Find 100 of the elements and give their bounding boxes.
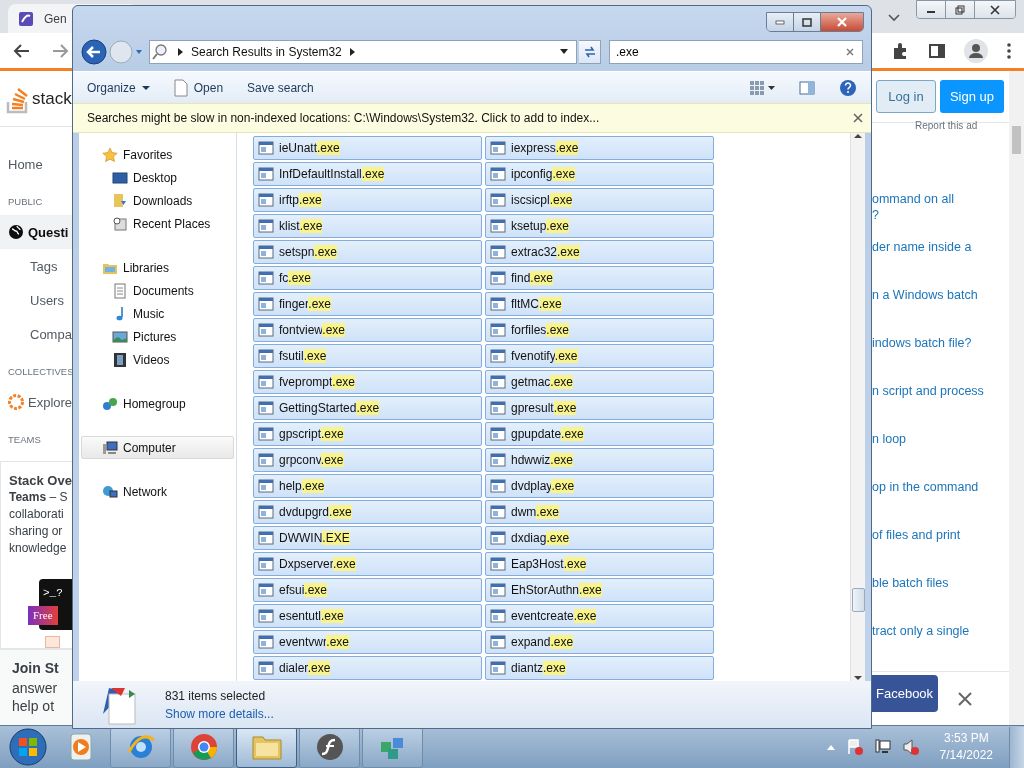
related-question-link[interactable]: indows batch file?	[870, 335, 1009, 384]
file-item[interactable]: finger.exe	[253, 292, 482, 316]
file-item[interactable]: gpresult.exe	[485, 396, 714, 420]
download-folder-icon	[112, 192, 128, 209]
nav-item[interactable]: Compa	[0, 317, 72, 351]
nav-pane-label: Homegroup	[123, 396, 186, 411]
file-item[interactable]: efsui.exe	[253, 578, 482, 602]
nav-item[interactable]: Tags	[0, 249, 72, 283]
nav-pane-item[interactable]: Downloads	[81, 189, 234, 212]
nav-heading: PUBLIC	[7, 194, 44, 209]
nav-item[interactable]: Home	[0, 147, 72, 181]
nav-pane-item[interactable]: Videos	[81, 348, 234, 371]
file-item[interactable]: Dxpserver.exe	[253, 552, 482, 576]
file-item[interactable]: fontview.exe	[253, 318, 482, 342]
maximize-button[interactable]	[794, 13, 821, 31]
nav-pane-item[interactable]: Libraries	[81, 256, 234, 279]
taskbar-button[interactable]	[299, 726, 360, 768]
close-button[interactable]	[975, 1, 1015, 18]
related-question-link[interactable]: der name inside a	[870, 239, 1009, 288]
related-question-link[interactable]: ble batch files	[870, 575, 1009, 624]
show-desktop-button[interactable]	[1009, 726, 1024, 768]
scroll-thumb[interactable]	[1012, 126, 1021, 154]
restore-button[interactable]	[946, 1, 975, 18]
related-question-link[interactable]: of files and print	[870, 527, 1009, 576]
nav-pane-item[interactable]: Homegroup	[81, 392, 234, 415]
save-search-button[interactable]: Save search	[247, 80, 314, 95]
file-item[interactable]: dvdplay.exe	[485, 474, 714, 498]
related-question-link[interactable]: ommand on all ?	[870, 191, 1009, 240]
nav-pane-item[interactable]: Network	[81, 480, 234, 503]
organize-button[interactable]: Organize	[87, 80, 150, 95]
file-item[interactable]: diantz.exe	[485, 656, 714, 680]
minimize-button[interactable]	[917, 1, 946, 18]
nav-pane-item[interactable]: Desktop	[81, 166, 234, 189]
file-item[interactable]: dialer.exe	[253, 656, 482, 680]
log-in-button[interactable]: Log in	[876, 80, 936, 114]
nav-pane-item[interactable]: Pictures	[81, 325, 234, 348]
file-item[interactable]: gpupdate.exe	[485, 422, 714, 446]
facebook-button[interactable]: Facebook	[870, 675, 938, 713]
file-item[interactable]: hdwwiz.exe	[485, 448, 714, 472]
related-question-link[interactable]: tract only a single	[870, 623, 1009, 672]
nav-pane-item[interactable]: Favorites	[81, 143, 234, 166]
nav-pane-item[interactable]: Music	[81, 302, 234, 325]
info-bar[interactable]: Searches might be slow in non-indexed locations: C:\Windows\System32. Click to add to index...	[73, 103, 871, 133]
file-item[interactable]: gpscript.exe	[253, 422, 482, 446]
file-item[interactable]: fvenotify.exe	[485, 344, 714, 368]
related-question-link[interactable]: n script and process	[870, 383, 1009, 432]
file-item[interactable]: expand.exe	[485, 630, 714, 654]
file-item[interactable]: dxdiag.exe	[485, 526, 714, 550]
file-item[interactable]: find.exe	[485, 266, 714, 290]
open-button[interactable]: Open	[173, 78, 224, 97]
nav-pane-item[interactable]: Computer	[81, 436, 234, 459]
file-item[interactable]: forfiles.exe	[485, 318, 714, 342]
nav-item[interactable]: Explore	[0, 385, 72, 419]
nav-item[interactable]: Users	[0, 283, 72, 317]
file-item[interactable]: InfDefaultInstall.exe	[253, 162, 482, 186]
file-item[interactable]: eventvwr.exe	[253, 630, 482, 654]
file-item[interactable]: Eap3Host.exe	[485, 552, 714, 576]
file-item[interactable]: ieUnatt.exe	[253, 136, 482, 160]
file-item[interactable]: fsutil.exe	[253, 344, 482, 368]
file-item[interactable]: ipconfig.exe	[485, 162, 714, 186]
file-item[interactable]: klist.exe	[253, 214, 482, 238]
file-item[interactable]: help.exe	[253, 474, 482, 498]
file-item[interactable]: fltMC.exe	[485, 292, 714, 316]
file-item[interactable]: EhStorAuthn.exe	[485, 578, 714, 602]
related-question-link[interactable]: n a Windows batch	[870, 287, 1009, 336]
file-item[interactable]: fveprompt.exe	[253, 370, 482, 394]
file-item[interactable]: extrac32.exe	[485, 240, 714, 264]
file-item[interactable]: eventcreate.exe	[485, 604, 714, 628]
refresh-button[interactable]	[579, 39, 601, 64]
scrollbar[interactable]	[1009, 71, 1024, 725]
file-item[interactable]: getmac.exe	[485, 370, 714, 394]
file-item[interactable]: grpconv.exe	[253, 448, 482, 472]
report-ad-link[interactable]: Report this ad	[915, 120, 1009, 132]
nav-pane-item[interactable]: Recent Places	[81, 212, 234, 235]
file-item[interactable]: DWWIN.EXE	[253, 526, 482, 550]
nav-pane-item[interactable]: Documents	[81, 279, 234, 302]
taskbar-button[interactable]	[236, 726, 297, 768]
file-item[interactable]: fc.exe	[253, 266, 482, 290]
file-item[interactable]: ksetup.exe	[485, 214, 714, 238]
file-item[interactable]: dwm.exe	[485, 500, 714, 524]
scroll-thumb[interactable]	[852, 588, 865, 612]
breadcrumb-item[interactable]: Search Results in System32	[191, 44, 342, 59]
scrollbar[interactable]	[850, 133, 865, 681]
file-item[interactable]: irftp.exe	[253, 188, 482, 212]
file-item[interactable]: GettingStarted.exe	[253, 396, 482, 420]
file-item[interactable]: iexpress.exe	[485, 136, 714, 160]
file-item[interactable]: dvdupgrd.exe	[253, 500, 482, 524]
taskbar-button[interactable]	[110, 726, 171, 768]
taskbar-button[interactable]	[362, 726, 423, 768]
address-bar[interactable]: Search Results in System32	[149, 39, 577, 64]
file-item[interactable]: esentutl.exe	[253, 604, 482, 628]
nav-item[interactable]: Questi	[0, 215, 72, 249]
taskbar-button[interactable]	[173, 726, 234, 768]
related-question-link[interactable]: op in the command	[870, 479, 1009, 528]
search-field[interactable]: .exe	[609, 39, 863, 64]
file-item[interactable]: setspn.exe	[253, 240, 482, 264]
program-window-icon	[490, 270, 506, 286]
show-details-link[interactable]: Show more details...	[165, 706, 274, 721]
related-question-link[interactable]: n loop	[870, 431, 1009, 480]
file-item[interactable]: iscsicpl.exe	[485, 188, 714, 212]
